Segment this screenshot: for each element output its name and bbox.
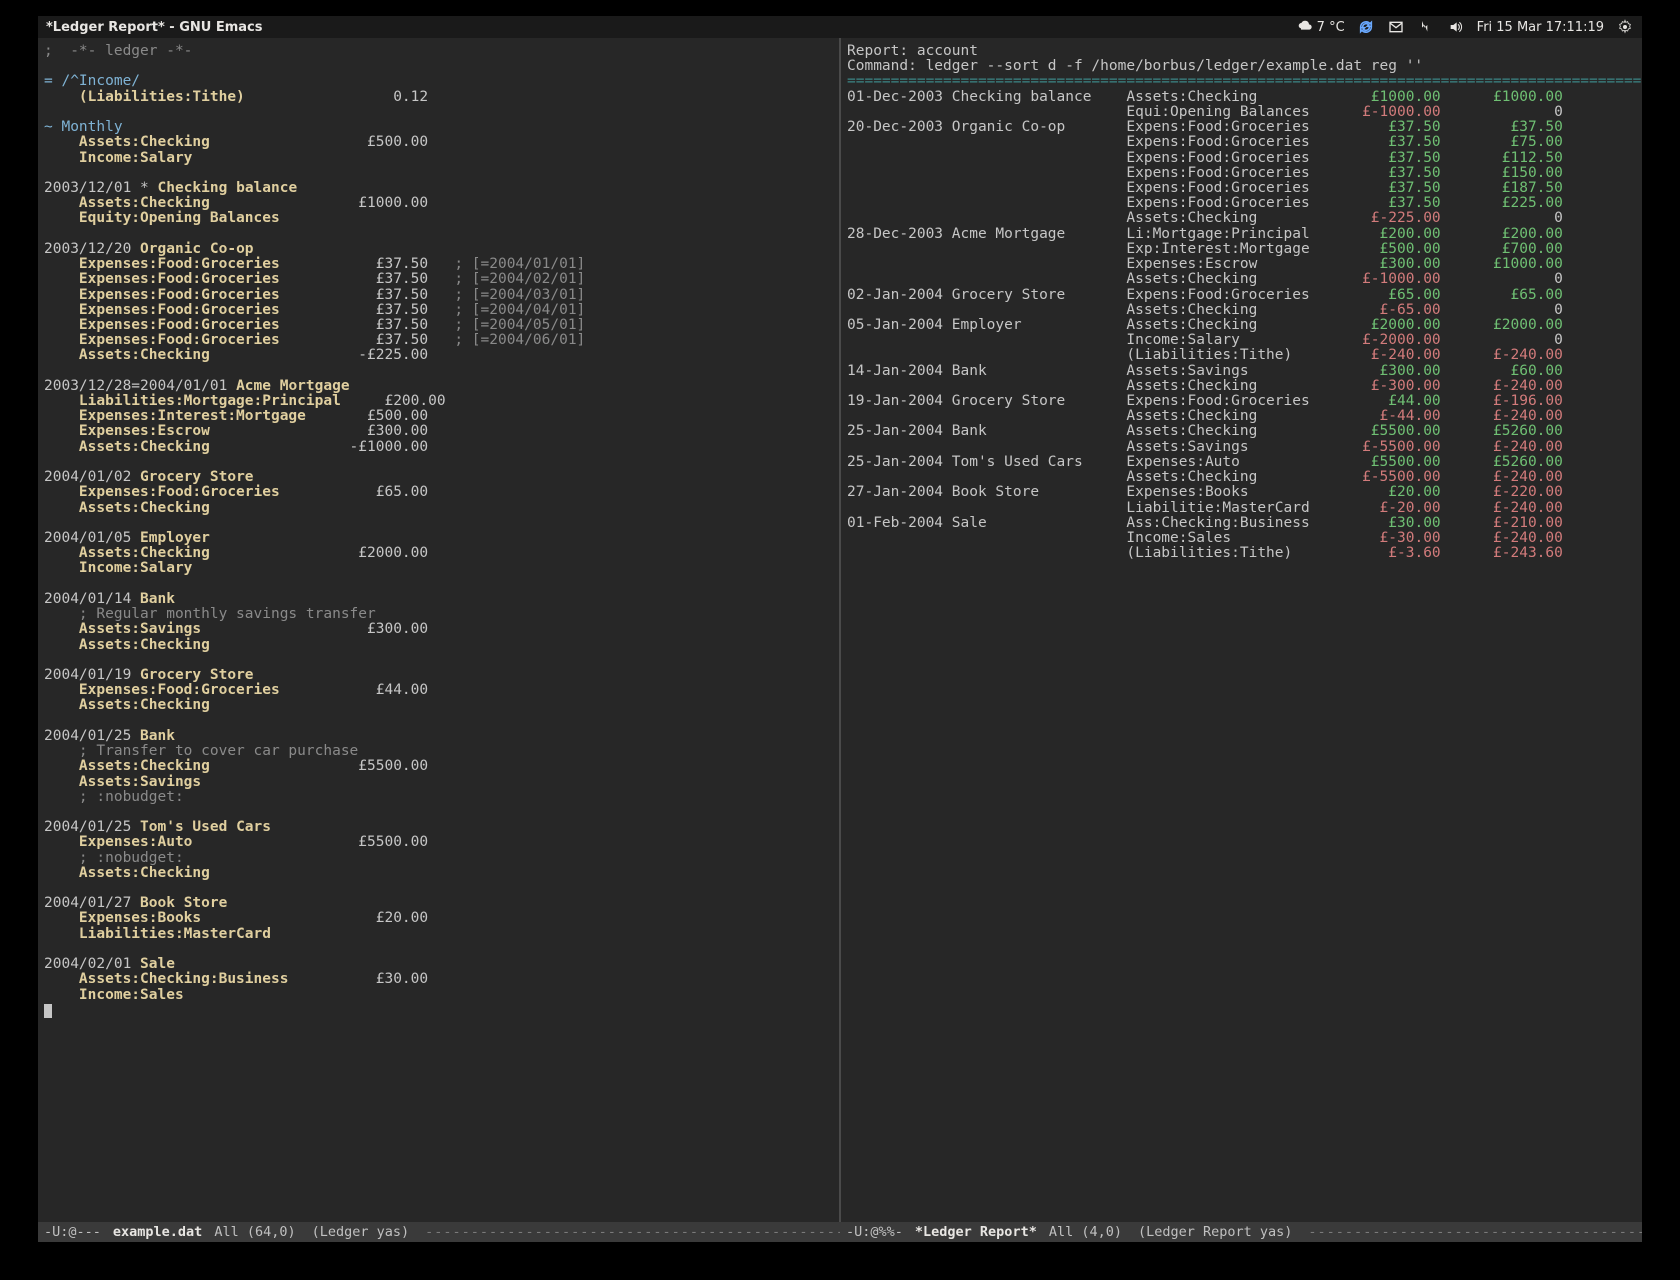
modeline-fill: ----------------------------------------… [425,1224,840,1240]
clock[interactable]: Fri 15 Mar 17:11:19 [1477,20,1604,35]
network-icon[interactable] [1417,18,1435,36]
modeline-flags: -U:@--- [44,1224,101,1240]
ledger-source-pane[interactable]: ; -*- ledger -*- = /^Income/ (Liabilitie… [38,38,841,1222]
ledger-report-pane[interactable]: Report: account Command: ledger --sort d… [841,38,1642,1222]
modeline-flags: -U:@%%- [846,1224,903,1240]
modelines: -U:@--- example.dat All (64,0) (Ledger y… [38,1222,1642,1242]
ledger-report-text[interactable]: Report: account Command: ledger --sort d… [847,44,1636,561]
modeline-buffer: *Ledger Report* [915,1224,1037,1240]
modeline-modes: (Ledger Report yas) [1138,1224,1292,1240]
volume-icon[interactable] [1447,18,1465,36]
sync-icon[interactable] [1357,18,1375,36]
modeline-right[interactable]: -U:@%%- *Ledger Report* All (4,0) (Ledge… [840,1222,1642,1242]
modeline-pos: All (64,0) [214,1224,295,1240]
ledger-source-text[interactable]: ; -*- ledger -*- = /^Income/ (Liabilitie… [44,44,833,1018]
settings-gear-icon[interactable] [1616,18,1634,36]
mail-icon[interactable] [1387,18,1405,36]
modeline-buffer: example.dat [113,1224,202,1240]
modeline-pos: All (4,0) [1049,1224,1122,1240]
modeline-left[interactable]: -U:@--- example.dat All (64,0) (Ledger y… [38,1222,840,1242]
weather-indicator[interactable]: 7 °C [1297,19,1345,35]
modeline-modes: (Ledger yas) [312,1224,410,1240]
window-title: *Ledger Report* - GNU Emacs [46,20,262,35]
topbar: *Ledger Report* - GNU Emacs 7 °C [38,16,1642,38]
weather-text: 7 °C [1317,20,1345,35]
modeline-fill: ----------------------------------------… [1308,1224,1642,1240]
